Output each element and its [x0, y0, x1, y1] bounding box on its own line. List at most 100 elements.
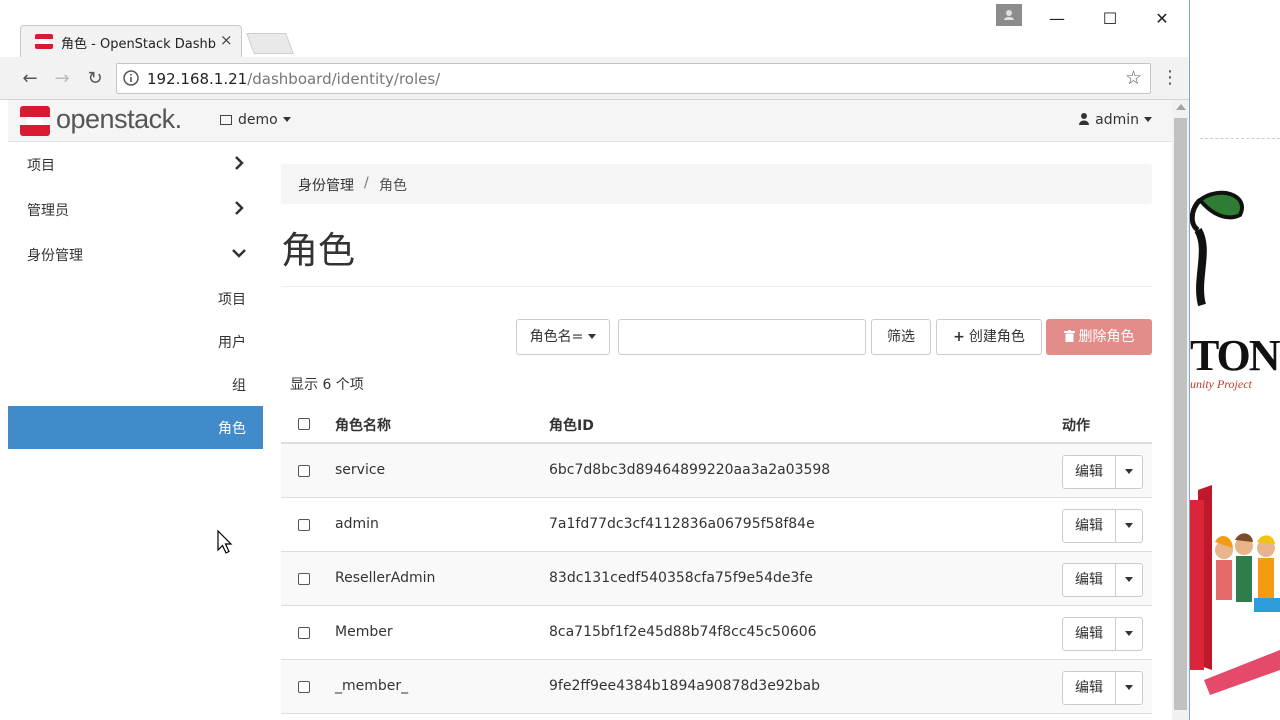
filter-field-label: 角色名=	[529, 329, 584, 345]
row-checkbox[interactable]	[298, 573, 310, 585]
mouse-cursor-icon	[217, 530, 233, 554]
sidebar-subitem-users[interactable]: 用户	[8, 320, 263, 363]
row-checkbox[interactable]	[298, 465, 310, 477]
scrollbar-thumb[interactable]	[1174, 118, 1187, 710]
row-checkbox[interactable]	[298, 681, 310, 693]
url-path: /dashboard/identity/roles/	[247, 70, 441, 88]
chevron-right-icon	[235, 156, 244, 170]
role-name: _member_	[335, 678, 409, 694]
sidebar-subitem-roles[interactable]: 角色	[8, 406, 263, 449]
role-name: admin	[335, 516, 379, 532]
user-icon	[1079, 113, 1090, 125]
delete-role-button[interactable]: 删除角色	[1046, 319, 1152, 355]
sidebar-subitem-label: 组	[232, 378, 246, 394]
title-bar: 角色 - OpenStack Dashb × — ☐ ✕	[0, 0, 1189, 57]
sidebar-item-project[interactable]: 项目	[8, 142, 263, 187]
project-switcher[interactable]: demo	[220, 112, 291, 128]
sidebar-item-admin[interactable]: 管理员	[8, 187, 263, 232]
more-actions-button[interactable]	[1115, 617, 1143, 651]
openstack-logo-icon	[20, 106, 50, 136]
create-role-button[interactable]: + 创建角色	[936, 319, 1042, 355]
edit-button[interactable]: 编辑	[1062, 617, 1116, 651]
sidebar-item-label: 项目	[27, 158, 55, 174]
breadcrumb-roles: 角色	[379, 178, 407, 194]
maximize-button[interactable]: ☐	[1095, 8, 1125, 30]
more-actions-button[interactable]	[1115, 671, 1143, 705]
project-icon	[220, 115, 232, 125]
role-id: 9fe2ff9ee4384b1894a90878d3e92bab	[549, 678, 820, 694]
caret-down-icon	[1125, 469, 1133, 474]
more-actions-button[interactable]	[1115, 455, 1143, 489]
community-illustration-icon	[1190, 485, 1280, 695]
more-actions-button[interactable]	[1115, 509, 1143, 543]
minimize-button[interactable]: —	[1042, 8, 1072, 30]
filter-button[interactable]: 筛选	[871, 319, 931, 355]
edit-button[interactable]: 编辑	[1062, 455, 1116, 489]
row-actions: 编辑	[1062, 455, 1144, 489]
chevron-down-icon	[232, 249, 246, 258]
row-actions: 编辑	[1062, 509, 1144, 543]
back-button[interactable]: ←	[18, 67, 42, 91]
scroll-up-arrow-icon[interactable]	[1176, 104, 1186, 110]
dashed-divider	[1200, 138, 1280, 139]
tab-title: 角色 - OpenStack Dashb	[61, 37, 216, 52]
plus-icon: +	[953, 329, 965, 345]
header-role-name[interactable]: 角色名称	[335, 415, 391, 435]
info-icon[interactable]	[123, 70, 139, 86]
sidebar-item-identity[interactable]: 身份管理	[8, 232, 263, 277]
delete-role-label: 删除角色	[1078, 329, 1135, 345]
more-actions-button[interactable]	[1115, 563, 1143, 597]
edit-button[interactable]: 编辑	[1062, 509, 1116, 543]
select-all-checkbox[interactable]	[298, 418, 310, 430]
filter-input[interactable]	[618, 319, 866, 355]
role-id: 8ca715bf1f2e45d88b74f8cc45c50606	[549, 624, 817, 640]
openstack-favicon-icon	[35, 34, 53, 49]
sidebar-subitem-label: 角色	[218, 421, 246, 437]
caret-down-icon	[588, 334, 597, 339]
table-header-row: 角色名称 角色ID 动作	[281, 404, 1152, 444]
row-actions: 编辑	[1062, 671, 1144, 705]
new-tab-button[interactable]	[246, 33, 294, 54]
browser-menu-icon[interactable]: ⋮	[1160, 67, 1180, 88]
row-checkbox[interactable]	[298, 519, 310, 531]
browser-toolbar: ← → ↻ 192.168.1.21/dashboard/identity/ro…	[0, 57, 1189, 100]
desktop-logo-text: TONI	[1190, 331, 1280, 380]
sidebar-subitem-groups[interactable]: 组	[8, 363, 263, 406]
trash-icon	[1063, 330, 1075, 342]
address-bar[interactable]: 192.168.1.21/dashboard/identity/roles/ ☆	[116, 63, 1151, 94]
sidebar-item-label: 身份管理	[27, 248, 83, 264]
edit-button[interactable]: 编辑	[1062, 563, 1116, 597]
table-row: ResellerAdmin 83dc131cedf540358cfa75f9e5…	[281, 552, 1152, 606]
browser-tab[interactable]: 角色 - OpenStack Dashb ×	[20, 25, 242, 57]
profile-icon[interactable]	[996, 4, 1022, 26]
header-role-id[interactable]: 角色ID	[549, 415, 594, 435]
logo-text: openstack.	[56, 104, 182, 134]
table-row: admin 7a1fd77dc3cf4112836a06795f58f84e 编…	[281, 498, 1152, 552]
sidebar-item-label: 管理员	[27, 203, 69, 219]
user-menu[interactable]: admin	[1079, 112, 1152, 128]
table-row: _member_ 9fe2ff9ee4384b1894a90878d3e92ba…	[281, 660, 1152, 714]
desktop-background: TONI unity Project	[1190, 0, 1280, 720]
forward-button[interactable]: →	[50, 67, 74, 91]
breadcrumb-identity[interactable]: 身份管理	[298, 175, 354, 195]
filter-field-dropdown[interactable]: 角色名=	[516, 319, 610, 355]
sidebar-subitem-projects[interactable]: 项目	[8, 277, 263, 320]
person-icon	[1004, 10, 1014, 20]
page-viewport: openstack. demo admin 项目 管理员 身份管理 项目 用户 …	[8, 100, 1172, 720]
reload-button[interactable]: ↻	[83, 67, 107, 91]
filter-toolbar: 角色名= 筛选 + 创建角色 删除角色	[281, 319, 1152, 355]
row-checkbox[interactable]	[298, 627, 310, 639]
project-name: demo	[238, 112, 278, 128]
caret-down-icon	[282, 117, 291, 122]
edit-button[interactable]: 编辑	[1062, 671, 1116, 705]
bookmark-star-icon[interactable]: ☆	[1125, 67, 1142, 89]
close-window-button[interactable]: ✕	[1147, 8, 1177, 30]
tab-close-icon[interactable]: ×	[220, 31, 233, 49]
role-id: 6bc7d8bc3d89464899220aa3a2a03598	[549, 462, 831, 478]
caret-down-icon	[1125, 685, 1133, 690]
caret-down-icon	[1125, 631, 1133, 636]
role-name: Member	[335, 624, 393, 640]
sidebar: 项目 管理员 身份管理 项目 用户 组 角色	[8, 142, 263, 720]
desktop-tagline: unity Project	[1190, 377, 1252, 391]
page-scrollbar[interactable]	[1172, 100, 1189, 720]
